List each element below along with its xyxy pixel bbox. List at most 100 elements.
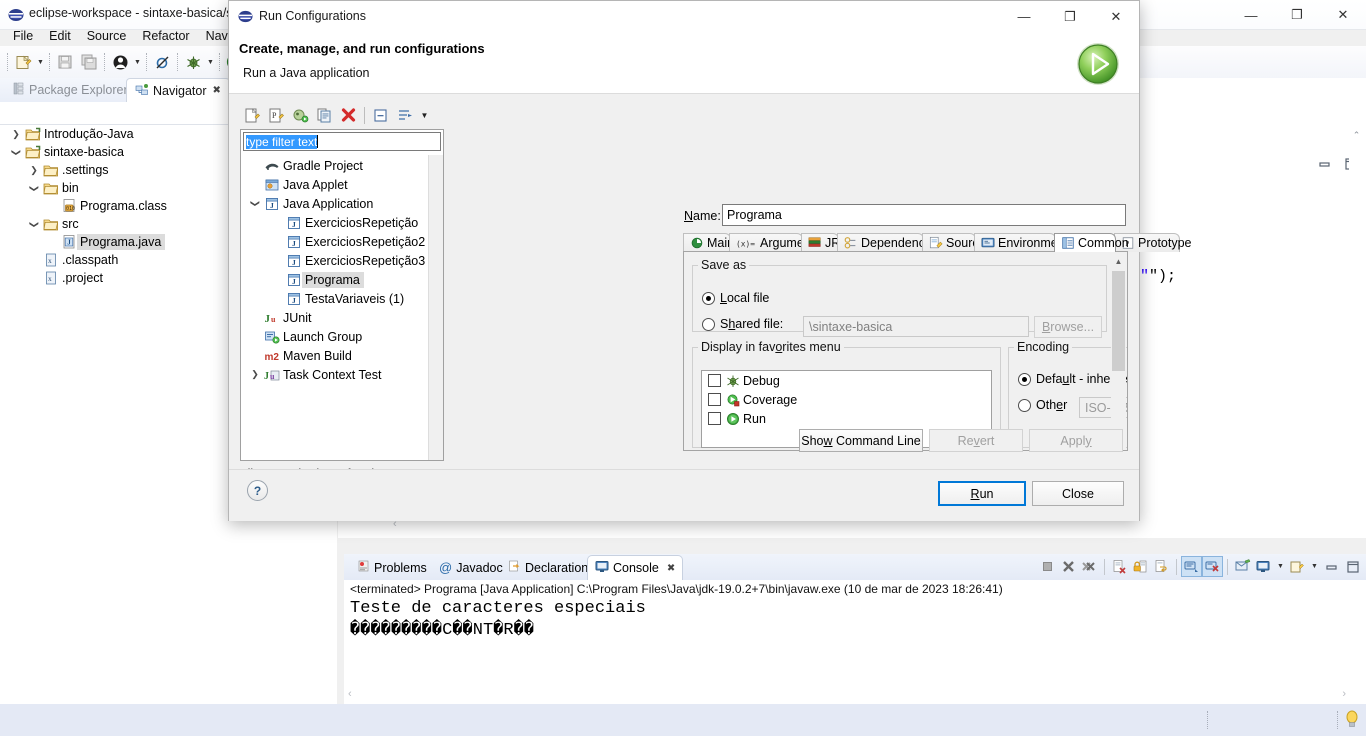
debug-dropdown-icon[interactable]: ▼ bbox=[205, 50, 216, 74]
minimize-icon[interactable] bbox=[1318, 158, 1332, 173]
chevron-down-icon[interactable]: ❯ bbox=[26, 216, 42, 232]
eclipse-maximize-button[interactable]: ❐ bbox=[1274, 0, 1320, 30]
tab-declaration[interactable]: Declaration bbox=[501, 555, 595, 580]
dialog-maximize-button[interactable]: ❐ bbox=[1047, 1, 1093, 32]
dialog-minimize-button[interactable]: — bbox=[1001, 1, 1047, 32]
menu-refactor[interactable]: Refactor bbox=[134, 26, 197, 46]
minimize-icon[interactable] bbox=[1321, 556, 1342, 577]
config-item-exerciciosrepeti--o3[interactable]: J ExerciciosRepetição3 bbox=[241, 251, 428, 270]
delete-icon[interactable] bbox=[336, 103, 360, 127]
close-button[interactable]: Close bbox=[1032, 481, 1124, 506]
help-button[interactable]: ? bbox=[247, 480, 268, 501]
config-item-programa[interactable]: J Programa bbox=[241, 270, 428, 289]
scroll-up-arrow[interactable]: ⌃ bbox=[1349, 128, 1364, 141]
config-item-java-application[interactable]: ❯ J Java Application bbox=[241, 194, 428, 213]
new-wizard-icon[interactable] bbox=[11, 50, 35, 74]
dialog-close-button[interactable]: ✕ bbox=[1093, 1, 1139, 32]
config-item-maven-build[interactable]: m2 Maven Build bbox=[241, 346, 428, 365]
configurations-tree-scrollbar[interactable] bbox=[428, 155, 443, 460]
collapse-all-icon[interactable] bbox=[369, 103, 393, 127]
tab-navigator[interactable]: Navigator ✖ bbox=[126, 78, 230, 102]
view-menu-icon[interactable]: ▼ bbox=[417, 103, 432, 127]
console-horizontal-scrollbar[interactable]: ‹ › bbox=[346, 688, 1350, 702]
favorite-item-debug[interactable]: Debug bbox=[702, 371, 991, 390]
chevron-down-icon[interactable]: ❯ bbox=[26, 180, 42, 196]
pin-console-icon[interactable] bbox=[1202, 556, 1223, 577]
save-icon[interactable] bbox=[53, 50, 77, 74]
config-item-task-context-test[interactable]: ❯ Ju Task Context Test bbox=[241, 365, 428, 384]
chevron-right-icon[interactable]: ❯ bbox=[26, 162, 42, 178]
export-icon[interactable] bbox=[288, 103, 312, 127]
maximize-icon[interactable] bbox=[1342, 556, 1363, 577]
config-item-junit[interactable]: Ju JUnit bbox=[241, 308, 428, 327]
config-item-testavariaveis--1-[interactable]: J TestaVariaveis (1) bbox=[241, 289, 428, 308]
scroll-up-arrow[interactable]: ▲ bbox=[1111, 253, 1126, 270]
config-item-exerciciosrepeti--o2[interactable]: J ExerciciosRepetição2 bbox=[241, 232, 428, 251]
scroll-left-arrow[interactable]: ‹ bbox=[348, 688, 352, 700]
config-item-java-applet[interactable]: Java Applet bbox=[241, 175, 428, 194]
tab-source[interactable]: Source bbox=[922, 233, 986, 252]
show-console-icon[interactable] bbox=[1181, 556, 1202, 577]
tab-panel-scrollbar[interactable]: ▲ ▼ bbox=[1111, 253, 1126, 450]
chevron-down-icon[interactable]: ❯ bbox=[247, 196, 263, 212]
tab-environment[interactable]: Environment bbox=[974, 233, 1068, 252]
local-file-radio[interactable]: Local file bbox=[702, 291, 769, 305]
clear-console-icon[interactable] bbox=[1109, 556, 1130, 577]
display-selected-console-icon[interactable] bbox=[1232, 556, 1253, 577]
word-wrap-icon[interactable] bbox=[1151, 556, 1172, 577]
encoding-other-radio[interactable]: Other bbox=[1018, 398, 1067, 412]
config-item-launch-group[interactable]: Launch Group bbox=[241, 327, 428, 346]
duplicate-icon[interactable] bbox=[312, 103, 336, 127]
tab-arguments[interactable]: (x)= Arguments bbox=[729, 233, 820, 252]
open-console-icon[interactable] bbox=[1253, 556, 1274, 577]
tab-dependencies[interactable]: Dependencies bbox=[837, 233, 941, 252]
remove-all-terminated-icon[interactable] bbox=[1079, 556, 1100, 577]
chevron-right-icon[interactable]: ❯ bbox=[8, 126, 24, 142]
tab-console[interactable]: Console ✖ bbox=[587, 555, 684, 580]
tab-package-explorer[interactable]: Package Explorer bbox=[4, 78, 136, 102]
config-item-gradle-project[interactable]: Gradle Project bbox=[241, 156, 428, 175]
scrollbar-thumb[interactable] bbox=[1112, 271, 1125, 371]
config-item-exerciciosrepeti--o[interactable]: J ExerciciosRepetição bbox=[241, 213, 428, 232]
eclipse-minimize-button[interactable]: — bbox=[1228, 0, 1274, 30]
terminate-icon[interactable] bbox=[1037, 556, 1058, 577]
filter-icon[interactable] bbox=[393, 103, 417, 127]
chevron-down-icon[interactable]: ❯ bbox=[8, 144, 24, 160]
debug-icon[interactable] bbox=[181, 50, 205, 74]
tab-common[interactable]: Common bbox=[1054, 233, 1129, 252]
editor-vertical-scrollbar[interactable]: ⌃ bbox=[1349, 128, 1364, 528]
tab-problems[interactable]: Problems bbox=[350, 555, 434, 580]
new-wizard-dropdown-icon[interactable]: ▼ bbox=[35, 50, 46, 74]
tab-main[interactable]: Main bbox=[683, 233, 734, 252]
shared-file-radio[interactable]: Shared file: bbox=[702, 317, 783, 331]
menu-source[interactable]: Source bbox=[79, 26, 135, 46]
menu-edit[interactable]: Edit bbox=[41, 26, 79, 46]
favorite-item-run[interactable]: Run bbox=[702, 409, 991, 428]
new-console-dropdown-icon[interactable]: ▼ bbox=[1308, 556, 1321, 577]
close-icon[interactable]: ✖ bbox=[667, 563, 675, 574]
run-button[interactable]: Run bbox=[938, 481, 1026, 506]
chevron-right-icon[interactable]: ❯ bbox=[247, 367, 263, 383]
tip-of-the-day-icon[interactable] bbox=[1344, 710, 1360, 732]
apply-button[interactable]: Apply bbox=[1029, 429, 1123, 452]
configuration-name-input[interactable]: Programa bbox=[722, 204, 1126, 226]
user-dropdown-icon[interactable]: ▼ bbox=[132, 50, 143, 74]
tab-javadoc[interactable]: @ Javadoc bbox=[432, 555, 510, 580]
tab-jre[interactable]: JRE bbox=[801, 233, 849, 252]
save-all-icon[interactable] bbox=[77, 50, 101, 74]
menu-file[interactable]: File bbox=[5, 26, 41, 46]
new-launch-configuration-icon[interactable] bbox=[240, 103, 264, 127]
skip-breakpoints-icon[interactable] bbox=[150, 50, 174, 74]
new-console-view-icon[interactable] bbox=[1287, 556, 1308, 577]
scroll-lock-icon[interactable] bbox=[1130, 556, 1151, 577]
console-dropdown-icon[interactable]: ▼ bbox=[1274, 556, 1287, 577]
show-command-line-button[interactable]: Show Command Line bbox=[799, 429, 923, 452]
filter-input[interactable]: type filter text bbox=[243, 132, 441, 151]
shared-file-path-input[interactable]: \sintaxe-basica bbox=[803, 316, 1029, 337]
favorite-item-coverage[interactable]: Coverage bbox=[702, 390, 991, 409]
new-prototype-icon[interactable]: P bbox=[264, 103, 288, 127]
eclipse-close-button[interactable]: ✕ bbox=[1320, 0, 1366, 30]
close-icon[interactable]: ✖ bbox=[213, 85, 221, 96]
scroll-right-arrow[interactable]: › bbox=[1342, 688, 1346, 700]
browse-button[interactable]: Browse... bbox=[1034, 316, 1102, 338]
